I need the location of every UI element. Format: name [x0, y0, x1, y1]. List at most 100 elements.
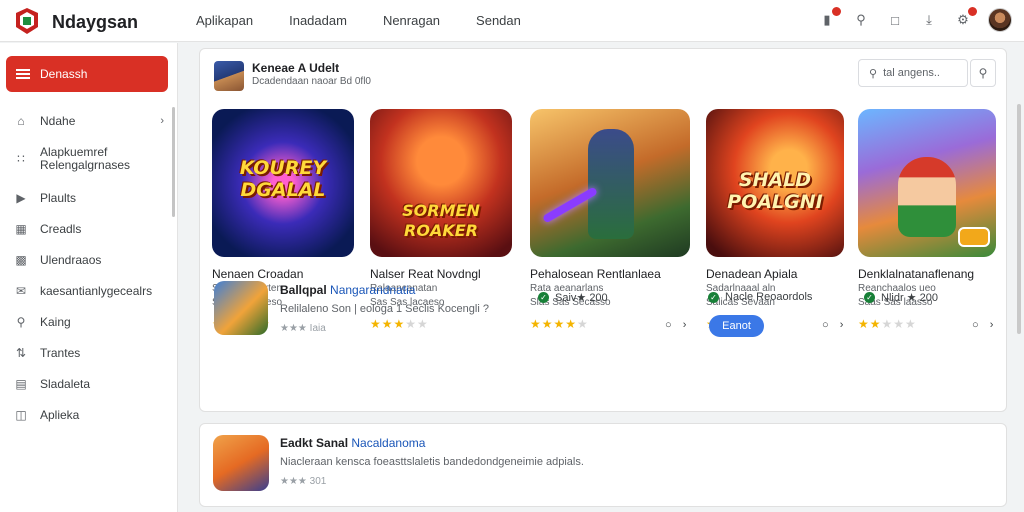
nav-item-movies[interactable]: Nenragan [383, 13, 440, 28]
app-name[interactable]: Nenaen Croadan [212, 267, 362, 281]
app-list-card[interactable]: Eadkt Sanal Nacaldanoma Niacleraan kensc… [199, 423, 1007, 507]
app-thumbnail[interactable] [858, 109, 996, 257]
top-nav: Aplikapan Inadadam Nenragan Sendan [196, 13, 521, 28]
featured-rating: ★★★ Iaia [280, 323, 326, 334]
developer-avatar[interactable] [214, 61, 244, 91]
sidebar-item-list[interactable]: ▤ Sladaleta [0, 368, 178, 399]
app-description: Niacleraan kensca foeasttslaletis banded… [280, 456, 584, 468]
nav-item-books[interactable]: Sendan [476, 13, 521, 28]
sidebar-scrollbar[interactable] [172, 107, 175, 217]
app-name[interactable]: Nalser Reat Novdngl [370, 267, 520, 281]
sidebar-primary-label: Denassh [40, 67, 88, 81]
more-options-icon[interactable]: ○ › [972, 319, 997, 331]
coin-badge [958, 227, 990, 247]
check-icon: ✓ [864, 292, 875, 303]
stat-text: Saiv★ 200 [555, 292, 608, 304]
app-title-link[interactable]: Nacaldanoma [351, 436, 425, 450]
featured-title[interactable]: Ballqpal Nangarandnatia [280, 283, 415, 297]
avatar[interactable] [988, 8, 1012, 32]
sidebar-item-label: Ulendraaos [40, 252, 102, 267]
app-thumbnail[interactable]: KOUREY DGALAL [212, 109, 354, 257]
sidebar-item-label: Aplieka [40, 407, 80, 422]
sidebar: Denassh ⌂ Ndahe › ∷ Alapkuemref Relengal… [0, 43, 178, 512]
app-title-bold: Eadkt Sanal [280, 436, 349, 450]
app-name[interactable]: Denadean Apiala [706, 267, 856, 281]
sidebar-item-store[interactable]: ◫ Aplieka [0, 399, 178, 430]
app-icon[interactable] [213, 435, 269, 491]
play-icon: ▶ [16, 190, 26, 205]
sidebar-item-home[interactable]: ⌂ Ndahe › [0, 105, 178, 136]
open-button[interactable]: Eanot [709, 315, 764, 337]
stat-item: ✓ Nlidr ★ 200 [864, 291, 938, 304]
search-icon: ⚲ [978, 66, 988, 80]
bookmark-icon: ▦ [15, 221, 27, 236]
check-icon: ✓ [538, 292, 549, 303]
sidebar-item-charts[interactable]: ▩ Ulendraaos [0, 244, 178, 275]
top-icons: ▮ ⚲ □ ⤓ ⚙ [818, 7, 1012, 32]
download-icon[interactable]: ⤓ [920, 11, 938, 29]
featured-row: Ballqpal Nangarandnatia Relilaleno Son |… [200, 281, 1008, 341]
featured-title-bold: Ballqpal [280, 283, 327, 297]
list-icon: ▤ [15, 376, 27, 391]
app-name[interactable]: Pehalosean Rentlanlaea [530, 267, 680, 281]
sidebar-item-label: Trantes [40, 345, 81, 360]
sidebar-item-label: Sladaleta [40, 376, 91, 391]
stat-item: ✓ Saiv★ 200 [538, 291, 608, 304]
search-input[interactable]: ⚲ tal angens.. [858, 59, 968, 87]
home-icon: ⌂ [17, 113, 25, 128]
menu-icon [16, 67, 30, 81]
featured-description: Relilaleno Son | eologa 1 Seclis Kocengl… [280, 303, 489, 315]
sidebar-item-filters[interactable]: ⇅ Trantes [0, 337, 178, 368]
search-icon: ⚲ [16, 314, 26, 329]
stat-item: ✓ Nacle Reoaordols [708, 291, 812, 303]
top-bar: Ndaygsan Aplikapan Inadadam Nenragan Sen… [0, 0, 1024, 42]
sidebar-primary-button[interactable]: Denassh [6, 56, 168, 92]
sidebar-item-credits[interactable]: ▦ Creadls [0, 213, 178, 244]
app-thumbnail[interactable]: SHALD POALGNI [706, 109, 844, 257]
app-thumbnail[interactable]: SORMEN ROAKER [370, 109, 512, 257]
hero-figure [588, 129, 634, 239]
brand-title[interactable]: Ndaygsan [52, 12, 138, 33]
app-name[interactable]: Denklalnatanaflenang [858, 267, 1008, 281]
app-rating: ★★★ 301 [280, 476, 327, 487]
badge-dot [968, 7, 977, 16]
stat-text: Nlidr ★ 200 [881, 292, 938, 304]
character-figure [898, 157, 956, 237]
chat-icon[interactable]: □ [886, 11, 904, 29]
logo-icon[interactable] [14, 7, 40, 35]
sidebar-item-apps[interactable]: ∷ Alapkuemref Relengalgrnases [0, 136, 178, 182]
notifications-icon[interactable]: ▮ [818, 7, 841, 29]
more-options-icon[interactable]: ○ › [665, 319, 690, 331]
app-title[interactable]: Eadkt Sanal Nacaldanoma [280, 436, 425, 450]
sidebar-item-label: kaesantianlygecealrs [40, 283, 153, 298]
app-art-text: SHALD POALGNI [727, 169, 823, 213]
sidebar-item-mail[interactable]: ✉ kaesantianlygecealrs [0, 275, 178, 306]
sidebar-item-plays[interactable]: ▶ Plaults [0, 182, 178, 213]
nav-item-apps[interactable]: Aplikapan [196, 13, 253, 28]
main-scrollbar[interactable] [1017, 104, 1021, 334]
developer-header: Keneae A Udelt Dcadendaan naoar Bd 0fl0 [214, 61, 371, 91]
chart-icon: ▩ [15, 252, 27, 267]
developer-subtitle: Dcadendaan naoar Bd 0fl0 [252, 76, 371, 87]
settings-icon[interactable]: ⚙ [954, 7, 977, 29]
mail-icon: ✉ [15, 283, 27, 298]
tune-icon: ⇅ [15, 345, 27, 360]
nav-item-games[interactable]: Inadadam [289, 13, 347, 28]
search-icon: ⚲ [869, 67, 878, 80]
featured-app-icon[interactable] [214, 281, 268, 335]
app-art-text: KOUREY DGALAL [239, 157, 327, 201]
check-icon: ✓ [708, 291, 719, 303]
featured-title-link[interactable]: Nangarandnatia [330, 283, 415, 297]
bag-icon: ◫ [15, 407, 27, 422]
developer-title[interactable]: Keneae A Udelt [252, 61, 371, 75]
apps-icon: ∷ [17, 151, 25, 166]
sidebar-item-search[interactable]: ⚲ Kaing [0, 306, 178, 337]
search-button[interactable]: ⚲ [970, 59, 996, 87]
app-thumbnail[interactable] [530, 109, 690, 257]
chevron-right-icon: › [160, 114, 164, 127]
more-options-icon[interactable]: ○ › [822, 319, 847, 331]
sidebar-list: ⌂ Ndahe › ∷ Alapkuemref Relengalgrnases … [0, 105, 178, 430]
search-icon[interactable]: ⚲ [852, 11, 870, 29]
sidebar-item-label: Ndahe [40, 113, 76, 128]
stat-text: Nacle Reoaordols [725, 291, 813, 303]
